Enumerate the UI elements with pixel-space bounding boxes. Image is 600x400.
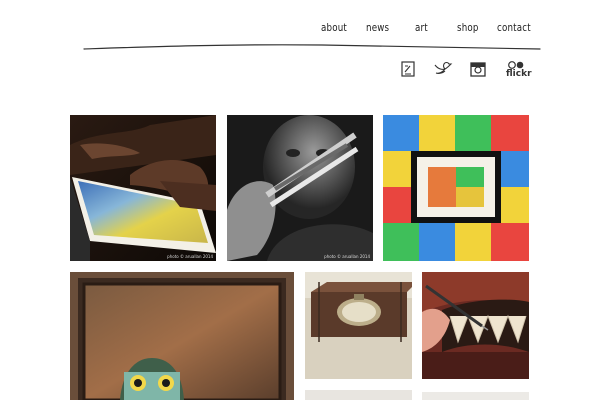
photo-credit: photo © aruallan 2014: [167, 254, 213, 259]
twitter-icon[interactable]: [433, 60, 453, 80]
photo-credit: photo © aruallan 2014: [324, 254, 370, 259]
gallery-photo-artist-brushes[interactable]: photo © aruallan 2014: [227, 115, 373, 261]
header-divider: [83, 44, 541, 50]
gallery-photo-framed-artwork[interactable]: [383, 115, 529, 261]
nav-news-link[interactable]: news: [366, 21, 389, 34]
instagram-icon[interactable]: [469, 60, 487, 80]
nav-shop-link[interactable]: shop: [457, 21, 479, 34]
nav-about-link[interactable]: about: [321, 21, 347, 34]
nav-contact-link[interactable]: contact: [497, 21, 531, 34]
gallery-photo-painting-hands[interactable]: photo © aruallan 2014: [70, 115, 216, 261]
gallery-photo-partial[interactable]: [422, 392, 529, 400]
gallery-photo-partial[interactable]: [305, 390, 412, 400]
nav-art-link[interactable]: art: [415, 21, 428, 34]
gallery-photo-pocket-watch[interactable]: [305, 272, 412, 379]
flickr-icon[interactable]: flickr: [505, 60, 537, 80]
main-nav: about news art shop contact: [0, 21, 600, 37]
gallery-photo-owl-box[interactable]: [70, 272, 294, 400]
blog-icon[interactable]: [400, 60, 416, 80]
flickr-label: flickr: [506, 69, 532, 79]
gallery-photo-teeth-sculpture[interactable]: [422, 272, 529, 379]
